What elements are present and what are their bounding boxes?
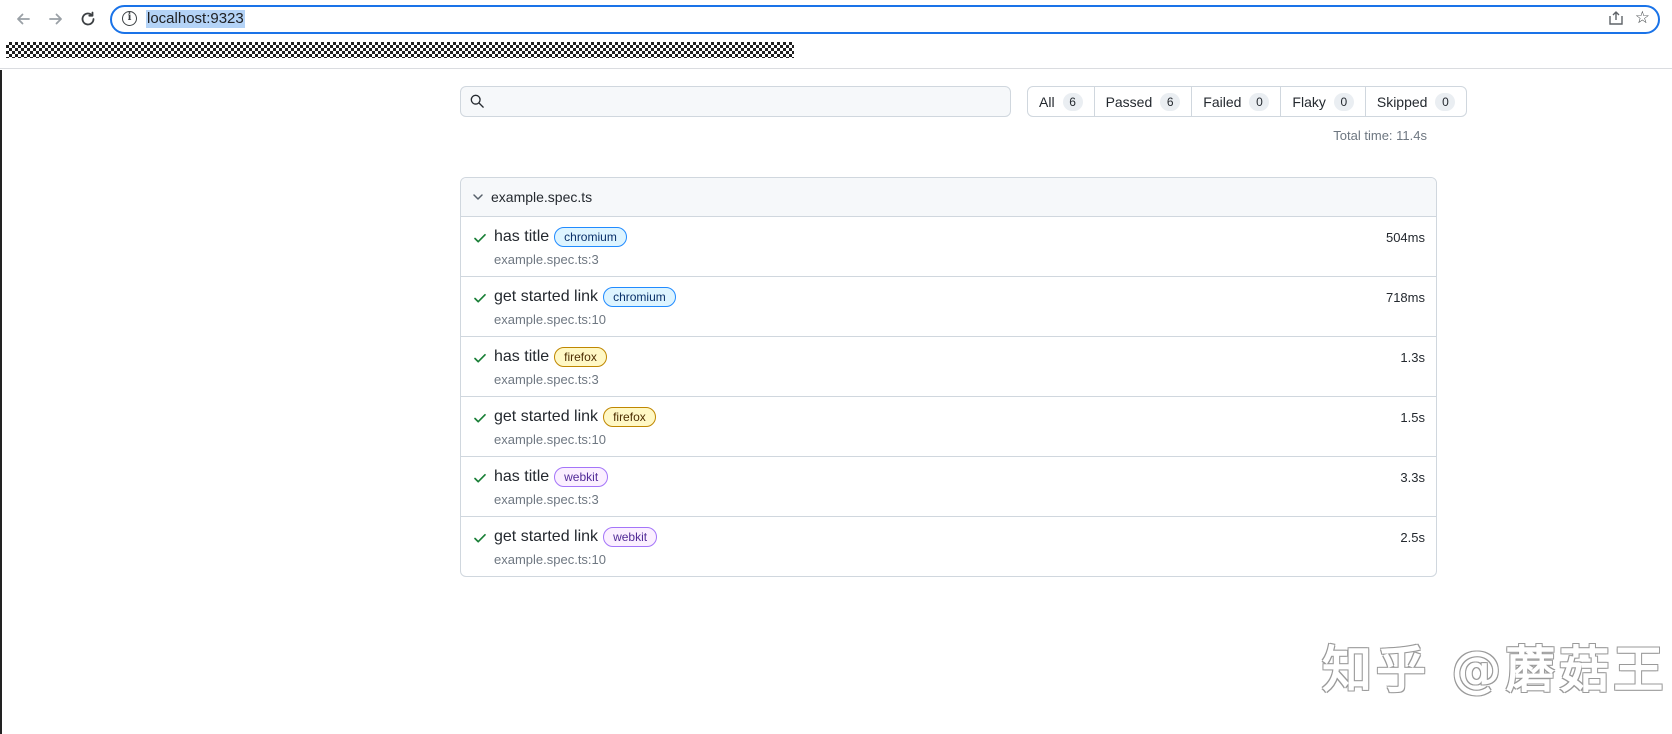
- back-arrow-icon[interactable]: [11, 7, 35, 31]
- check-icon: [474, 293, 486, 303]
- check-icon: [474, 413, 486, 423]
- test-location: example.spec.ts:3: [494, 252, 599, 267]
- status-filter-bar: All 6 Passed 6 Failed 0 Flaky 0 Skipped …: [1027, 86, 1468, 117]
- project-badge[interactable]: webkit: [603, 527, 658, 547]
- test-title[interactable]: has title: [494, 228, 549, 246]
- project-badge[interactable]: firefox: [603, 407, 656, 427]
- bookmarks-bar: [0, 38, 1672, 69]
- filter-failed[interactable]: Failed 0: [1192, 87, 1282, 116]
- test-location: example.spec.ts:10: [494, 552, 607, 567]
- filter-label: All: [1039, 93, 1055, 110]
- check-icon: [474, 233, 486, 243]
- watermark: 知乎 @蘑菇王: [1322, 641, 1668, 699]
- test-row[interactable]: has title webkit example.spec.ts:3 3.3s: [461, 457, 1436, 517]
- test-file-header[interactable]: example.spec.ts: [461, 178, 1436, 217]
- redacted-bookmarks: [6, 42, 794, 58]
- forward-arrow-icon[interactable]: [44, 7, 68, 31]
- browser-toolbar: i localhost:9323 ☆: [0, 0, 1672, 38]
- address-bar[interactable]: i localhost:9323 ☆: [110, 5, 1660, 34]
- test-title[interactable]: has title: [494, 468, 549, 486]
- project-badge[interactable]: chromium: [603, 287, 676, 307]
- test-duration: 718ms: [1385, 290, 1425, 305]
- test-title[interactable]: has title: [494, 348, 549, 366]
- filter-label: Failed: [1203, 93, 1242, 110]
- test-duration: 2.5s: [1400, 530, 1425, 545]
- filter-label: Skipped: [1376, 93, 1428, 110]
- project-badge[interactable]: webkit: [554, 467, 609, 487]
- url-text[interactable]: localhost:9323: [146, 10, 245, 28]
- chevron-down-icon: [473, 194, 483, 200]
- window-edge: [0, 70, 2, 734]
- filter-count: 6: [1062, 92, 1083, 111]
- reload-icon[interactable]: [76, 7, 100, 31]
- test-location: example.spec.ts:3: [494, 372, 599, 387]
- check-icon: [474, 353, 486, 363]
- test-location: example.spec.ts:10: [494, 312, 607, 327]
- test-duration: 3.3s: [1400, 470, 1425, 485]
- filter-flaky[interactable]: Flaky 0: [1281, 87, 1366, 116]
- test-location: example.spec.ts:3: [494, 492, 599, 507]
- filter-passed[interactable]: Passed 6: [1095, 87, 1193, 116]
- test-row[interactable]: get started link webkit example.spec.ts:…: [461, 517, 1436, 576]
- test-row[interactable]: has title chromium example.spec.ts:3 504…: [461, 217, 1436, 277]
- test-row[interactable]: get started link chromium example.spec.t…: [461, 277, 1436, 337]
- filter-count: 0: [1435, 92, 1456, 111]
- filter-skipped[interactable]: Skipped 0: [1366, 87, 1467, 116]
- test-row[interactable]: has title firefox example.spec.ts:3 1.3s: [461, 337, 1436, 397]
- test-title[interactable]: get started link: [494, 288, 598, 306]
- test-file-group: example.spec.ts has title chromium examp…: [460, 177, 1437, 577]
- star-icon[interactable]: ☆: [1635, 8, 1650, 28]
- filter-all[interactable]: All 6: [1028, 87, 1095, 116]
- filter-count: 6: [1160, 92, 1181, 111]
- search-input[interactable]: [460, 86, 1011, 117]
- test-title[interactable]: get started link: [494, 528, 598, 546]
- project-badge[interactable]: firefox: [554, 347, 607, 367]
- test-title[interactable]: get started link: [494, 408, 598, 426]
- test-row[interactable]: get started link firefox example.spec.ts…: [461, 397, 1436, 457]
- test-file-title: example.spec.ts: [491, 189, 593, 205]
- test-location: example.spec.ts:10: [494, 432, 607, 447]
- check-icon: [474, 473, 486, 483]
- filter-label: Passed: [1105, 93, 1153, 110]
- info-icon[interactable]: i: [122, 11, 137, 26]
- total-time: Total time: 11.4s: [1333, 128, 1427, 143]
- project-badge[interactable]: chromium: [554, 227, 627, 247]
- check-icon: [474, 533, 486, 543]
- filter-count: 0: [1333, 92, 1354, 111]
- test-duration: 504ms: [1385, 230, 1425, 245]
- test-duration: 1.5s: [1400, 410, 1425, 425]
- test-duration: 1.3s: [1400, 350, 1425, 365]
- filter-count: 0: [1249, 92, 1270, 111]
- filter-label: Flaky: [1292, 93, 1326, 110]
- search-icon: [470, 94, 484, 108]
- share-icon[interactable]: [1608, 10, 1624, 30]
